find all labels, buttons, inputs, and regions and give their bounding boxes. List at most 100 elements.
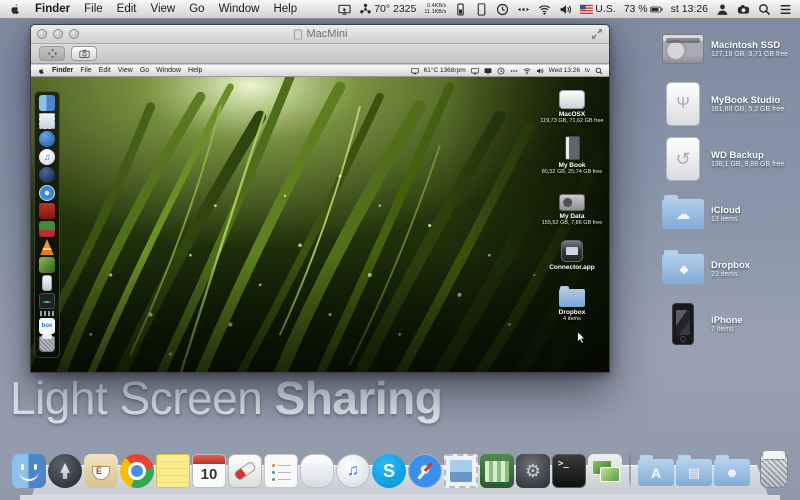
status-wed-13-26[interactable]: Wed 13:26 xyxy=(549,67,580,74)
volume-menu-extra[interactable] xyxy=(536,67,544,75)
time-machine-menu-extra[interactable] xyxy=(496,3,509,16)
menu-view[interactable]: View xyxy=(151,3,176,15)
desktop-menu-extra[interactable] xyxy=(484,67,492,75)
iphone-battery-menu-extra[interactable] xyxy=(454,3,467,16)
dock-reminders-icon[interactable] xyxy=(264,454,298,488)
remote-dock-mail-icon[interactable] xyxy=(39,113,55,129)
remote-dock-remote-app-icon[interactable] xyxy=(42,275,52,291)
sync-menu-extra[interactable] xyxy=(517,3,530,16)
menu-file[interactable]: File xyxy=(84,3,103,15)
dock-safari-icon[interactable] xyxy=(408,454,442,488)
dock-folder-user-icon[interactable] xyxy=(714,459,750,486)
dock-calendar-icon[interactable]: 10 xyxy=(192,454,226,488)
drive-timemachine-icon xyxy=(666,137,700,181)
fast-user-switch-menu-extra[interactable] xyxy=(737,3,750,16)
dock-screen-sharing-icon[interactable] xyxy=(588,454,622,488)
remote-dock-box-icon[interactable]: box xyxy=(39,318,55,334)
remote-dock-eye-app-icon[interactable] xyxy=(39,131,55,147)
notification-center-menu-extra[interactable] xyxy=(779,3,792,16)
dock-chrome-icon[interactable] xyxy=(120,454,154,488)
dock-finder-icon[interactable] xyxy=(12,454,46,488)
close-button[interactable] xyxy=(37,29,47,39)
menu-edit[interactable]: Edit xyxy=(99,67,111,74)
menu-window[interactable]: Window xyxy=(156,67,181,74)
spotlight-menu-extra[interactable] xyxy=(595,67,603,75)
menu-window[interactable]: Window xyxy=(219,3,260,15)
spotlight-menu-extra[interactable] xyxy=(758,3,771,16)
remote-dock-front-row-icon[interactable] xyxy=(39,203,55,219)
desktop-icon-iphone[interactable]: iPhone7 items xyxy=(660,301,798,347)
remote-dock-activity-monitor-icon[interactable] xyxy=(39,293,55,309)
dock-launchpad-icon[interactable] xyxy=(48,454,82,488)
desktop-icon-icloud[interactable]: iCloud13 items xyxy=(660,191,798,237)
dock-mail-icon[interactable] xyxy=(444,454,478,488)
menu-help[interactable]: Help xyxy=(188,67,202,74)
menu-file[interactable]: File xyxy=(80,67,91,74)
menu-finder[interactable]: Finder xyxy=(52,67,73,74)
remote-desktop-icon-connector-app[interactable]: Connector.app xyxy=(539,236,605,271)
status-st-13-26[interactable]: st 13:26 xyxy=(671,3,708,15)
remote-dock-safari-icon[interactable] xyxy=(39,185,55,201)
menu-help[interactable]: Help xyxy=(273,3,297,15)
sync-menu-extra[interactable] xyxy=(510,67,518,75)
desktop-icon-wd-backup[interactable]: WD Backup138,1 GB, 9,88 GB free xyxy=(660,136,798,182)
dock-system-preferences-icon[interactable] xyxy=(516,454,550,488)
minimize-button[interactable] xyxy=(53,29,63,39)
dock-itunes-icon[interactable] xyxy=(336,454,370,488)
user-menu-extra[interactable] xyxy=(716,3,729,16)
remote-desktop-icon-dropbox[interactable]: Dropbox4 items xyxy=(539,281,605,322)
display-menu-extra[interactable] xyxy=(471,67,479,75)
menu-finder[interactable]: Finder xyxy=(35,3,70,15)
remote-dock-photo-app-icon[interactable] xyxy=(39,257,55,273)
volume-menu-extra[interactable] xyxy=(559,3,572,16)
wifi-menu-extra[interactable] xyxy=(538,3,551,16)
ipad-battery-menu-extra[interactable] xyxy=(475,3,488,16)
remote-desktop-icon-my-data[interactable]: My Data155,52 GB, 7,86 GB free xyxy=(539,185,605,226)
dock-folder-applications-icon[interactable] xyxy=(638,459,674,486)
desktop-icon-mybook-studio[interactable]: MyBook Studio161,88 GB, 5,2 GB free xyxy=(660,81,798,127)
menu-go[interactable]: Go xyxy=(140,67,149,74)
dock-skype-icon[interactable] xyxy=(372,454,406,488)
remote-dock-eyetv-icon[interactable] xyxy=(39,221,55,237)
hero-word-light: Light xyxy=(10,372,107,424)
fullscreen-button[interactable] xyxy=(591,28,603,40)
desktop-icon-macintosh-ssd[interactable]: Macintosh SSD127,18 GB, 3,71 GB free xyxy=(660,26,798,72)
screen-sharing-indicator-menu-extra[interactable] xyxy=(338,3,351,16)
battery-menu-extra[interactable]: 73 % xyxy=(624,3,663,16)
dock-messages-icon[interactable] xyxy=(300,454,334,488)
remote-dock-finder-icon[interactable] xyxy=(39,95,55,111)
dock-library-app-icon[interactable] xyxy=(480,454,514,488)
wifi-menu-extra[interactable] xyxy=(523,67,531,75)
dock-trash-icon[interactable] xyxy=(760,454,788,488)
us-flag-menu-extra[interactable]: U.S. xyxy=(580,3,615,16)
remote-screen[interactable]: Finder File Edit View Go Window Help 61°C 1368… xyxy=(31,65,609,372)
screenshot-button[interactable] xyxy=(71,46,97,61)
menu-edit[interactable]: Edit xyxy=(117,3,137,15)
remote-dock-itunes-icon[interactable] xyxy=(39,149,55,165)
apple-icon[interactable] xyxy=(8,3,21,16)
dock-utility-app-icon[interactable] xyxy=(228,454,262,488)
fan-menu-extra[interactable]: 70° 2325 xyxy=(359,3,416,16)
menu-view[interactable]: View xyxy=(118,67,133,74)
remote-desktop-icon-my-book[interactable]: My Book80,52 GB, 25,74 GB free xyxy=(539,134,605,175)
status-61-c-1368rpm[interactable]: 61°C 1368rpm xyxy=(424,67,466,74)
apple-icon[interactable] xyxy=(37,67,45,75)
menu-go[interactable]: Go xyxy=(189,3,204,15)
remote-desktop-icon-macosx[interactable]: MacOSX119,73 GB, 71,62 GB free xyxy=(539,83,605,124)
desktop-icon-dropbox[interactable]: Dropbox23 items xyxy=(660,246,798,292)
window-titlebar[interactable]: MacMini xyxy=(31,25,609,44)
zoom-button[interactable] xyxy=(69,29,79,39)
dock-stickies-icon[interactable] xyxy=(156,454,190,488)
dock-coffee-app-icon[interactable] xyxy=(84,454,118,488)
status-tv[interactable]: tv xyxy=(585,67,590,74)
dock-terminal-icon[interactable] xyxy=(552,454,586,488)
status-net[interactable]: 0.4KB/s11.1KB/s xyxy=(424,3,446,15)
dock-folder-documents-icon[interactable] xyxy=(676,459,712,486)
remote-dock-network-app-icon[interactable] xyxy=(39,167,55,183)
window-title: MacMini xyxy=(307,28,348,40)
remote-dock-vlc-icon[interactable] xyxy=(39,239,55,255)
scale-button[interactable] xyxy=(39,46,65,61)
remote-dock-trash-icon[interactable] xyxy=(39,336,55,352)
time-machine-menu-extra[interactable] xyxy=(497,67,505,75)
display-menu-extra[interactable] xyxy=(411,67,419,75)
